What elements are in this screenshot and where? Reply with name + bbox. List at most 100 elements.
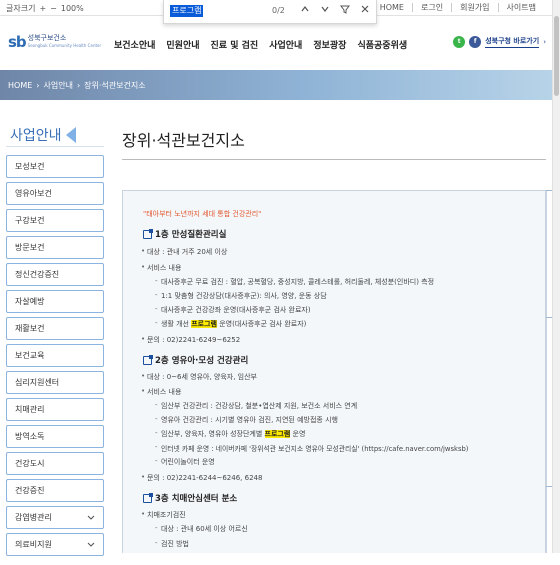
logo-mark: sb: [8, 33, 27, 51]
sidebar-title-text: 사업안내: [10, 128, 62, 144]
breadcrumb: HOME › 사업안내 › 장위·석관보건지소: [8, 80, 146, 91]
edit-icon: [143, 354, 153, 365]
sidebar-item[interactable]: 재활보건: [6, 317, 104, 340]
close-icon[interactable]: [358, 4, 372, 18]
district-office-link[interactable]: 성북구청 바로가기: [485, 36, 540, 48]
sidebar-item-label: 자살예방: [15, 297, 45, 306]
sidebar-item[interactable]: 방역소독: [6, 425, 104, 448]
nav-item-health-center[interactable]: 보건소안내: [114, 38, 155, 51]
content-box: "태아부터 노년까지 세대 통합 건강관리" 1층 만성질환관리실 대상 : 관…: [122, 190, 546, 553]
sidebar-item[interactable]: 자살예방: [6, 290, 104, 313]
kakaotalk-icon[interactable]: t: [453, 36, 466, 48]
nav-item-food[interactable]: 식품공중위생: [357, 38, 407, 51]
sidebar-item-label: 심리지원센터: [15, 378, 60, 387]
scrollbar[interactable]: [552, 0, 560, 553]
list-item: 대상 : 관내 60세 이상 어르신: [155, 524, 248, 534]
sidebar-item[interactable]: 구강보건: [6, 209, 104, 232]
sidebar-item[interactable]: 방문보건: [6, 236, 104, 259]
breadcrumb-home[interactable]: HOME: [8, 81, 32, 90]
nav-item-clinic[interactable]: 진료 및 검진: [211, 38, 259, 51]
find-prev-icon[interactable]: [298, 4, 312, 18]
list-item: 대상 : 0~6세 영유아, 양육자, 임산부: [141, 372, 257, 382]
edit-icon: [143, 228, 153, 239]
breadcrumb-current: 장위·석관보건지소: [84, 81, 146, 90]
sidebar-item-label: 방역소독: [15, 432, 45, 441]
filter-icon[interactable]: [338, 4, 352, 18]
find-input[interactable]: 프로그램: [170, 5, 204, 17]
find-count: 0/2: [272, 6, 285, 15]
sidebar-item[interactable]: 감염병관리: [6, 506, 104, 529]
main-nav: 보건소안내 민원안내 진료 및 검진 사업안내 정보광장 식품공중위생: [114, 38, 418, 51]
sidebar-item[interactable]: 심리지원센터: [6, 371, 104, 394]
nav-item-civil[interactable]: 민원안내: [166, 38, 199, 51]
site-logo[interactable]: sb 성북구보건소 Seongbuk Community Health Cent…: [8, 33, 101, 51]
nav-item-business[interactable]: 사업안내: [269, 38, 302, 51]
scrollbar-thumb[interactable]: [554, 16, 559, 96]
nav-item-info[interactable]: 정보광장: [313, 38, 346, 51]
zoom-in-button[interactable]: +: [39, 4, 46, 13]
sidebar-item[interactable]: 보건교육: [6, 344, 104, 367]
signup-link[interactable]: 회원가입: [451, 3, 497, 12]
section-heading: 2층 영유아·모성 건강관리: [143, 354, 248, 366]
sidebar-item[interactable]: 치매관리: [6, 398, 104, 421]
home-link[interactable]: HOME: [372, 3, 412, 12]
sidebar-item[interactable]: 모성보건: [6, 155, 104, 178]
sidebar-item-label: 재활보건: [15, 324, 45, 333]
list-item: 임산부, 양육자, 영유아 성장단계별 프로그램 운영: [155, 429, 305, 439]
zoom-out-button[interactable]: −: [50, 4, 57, 13]
header-right: t f 성북구청 바로가기 ›: [453, 36, 546, 48]
sidebar-item-label: 영유아보건: [15, 189, 52, 198]
chevron-down-icon[interactable]: [87, 534, 95, 565]
breadcrumb-band: HOME › 사업안내 › 장위·석관보건지소: [0, 70, 552, 100]
logo-name: 성북구보건소: [27, 34, 67, 42]
sidebar-item-label: 의료비지원: [15, 540, 52, 549]
list-item: 서비스 내용: [141, 387, 182, 397]
sidebar-item-label: 치매관리: [15, 405, 45, 414]
section-heading: 1층 만성질환관리실: [143, 228, 226, 240]
search-highlight: 프로그램: [264, 430, 291, 438]
sidebar-item-label: 정신건강증진: [15, 270, 60, 279]
list-text: 운영(대사증후군 검사 완료자): [216, 320, 307, 328]
list-item: 검진 방법: [155, 539, 189, 549]
list-item: 생활 개선 프로그램 운영(대사증후군 검사 완료자): [155, 319, 307, 329]
triangle-icon: [65, 127, 76, 143]
site-header: sb 성북구보건소 Seongbuk Community Health Cent…: [0, 17, 552, 69]
list-item: 치매조기검진: [141, 510, 186, 520]
section-heading: 3층 치매안심센터 분소: [143, 492, 237, 504]
list-item: 인터넷 카페 운영 : 네이버카페 '장위석관 보건지소 영유아 모성관리실' …: [155, 443, 468, 453]
logo-text: 성북구보건소 Seongbuk Community Health Center: [28, 35, 101, 49]
sitemap-link[interactable]: 사이트맵: [497, 3, 544, 12]
list-item: 대상 : 관내 거주 20세 이상: [141, 247, 227, 257]
sidebar-item[interactable]: 정신건강증진: [6, 263, 104, 286]
list-item: 대사증후군 건강강좌 운영(대사증후군 검사 완료자): [155, 305, 311, 315]
breadcrumb-business[interactable]: 사업안내: [43, 80, 72, 91]
sidebar-item[interactable]: 영유아보건: [6, 182, 104, 205]
list-item: 문의 : 02)2241-6249~6252: [141, 335, 240, 345]
facebook-icon[interactable]: f: [469, 36, 482, 48]
sidebar-item-label: 건강증진: [15, 486, 45, 495]
list-text: 임산부, 양육자, 영유아 성장단계별: [161, 430, 265, 438]
list-item: 문의 : 02)2241-6244~6246, 6248: [141, 473, 262, 483]
page-title: 장위·석관보건지소: [122, 131, 245, 150]
find-next-icon[interactable]: [318, 4, 332, 18]
sidebar-item[interactable]: 건강증진: [6, 479, 104, 502]
sidebar-item-label: 구강보건: [15, 216, 45, 225]
list-item: 임산부 건강관리 : 건강상담, 철분•엽산제 지원, 보건소 서비스 연계: [155, 401, 357, 411]
login-link[interactable]: 로그인: [412, 3, 451, 12]
list-item: 1:1 맞춤형 건강상담(대사증후군): 의사, 영양, 운동 상담: [155, 291, 327, 301]
section-1-title: 1층 만성질환관리실: [155, 230, 227, 240]
font-size-control: 글자크기 + − 100%: [6, 3, 84, 14]
chevron-right-icon: ›: [543, 38, 546, 46]
content-edge: [546, 190, 547, 553]
search-highlight: 프로그램: [191, 320, 217, 328]
chevron-right-icon: ›: [76, 81, 81, 90]
sidebar-item-label: 건강도시: [15, 459, 45, 468]
sidebar-item[interactable]: 건강도시: [6, 452, 104, 475]
zoom-value: 100%: [60, 4, 84, 13]
sidebar-divider: [6, 146, 104, 147]
chevron-right-icon: ›: [36, 81, 40, 90]
sidebar-item-label: 모성보건: [15, 162, 45, 171]
sidebar-item-label: 방문보건: [15, 243, 45, 252]
sidebar-menu: 모성보건영유아보건구강보건방문보건정신건강증진자살예방재활보건보건교육심리지원센…: [6, 155, 104, 560]
find-bar: 프로그램 0/2: [163, 0, 377, 24]
